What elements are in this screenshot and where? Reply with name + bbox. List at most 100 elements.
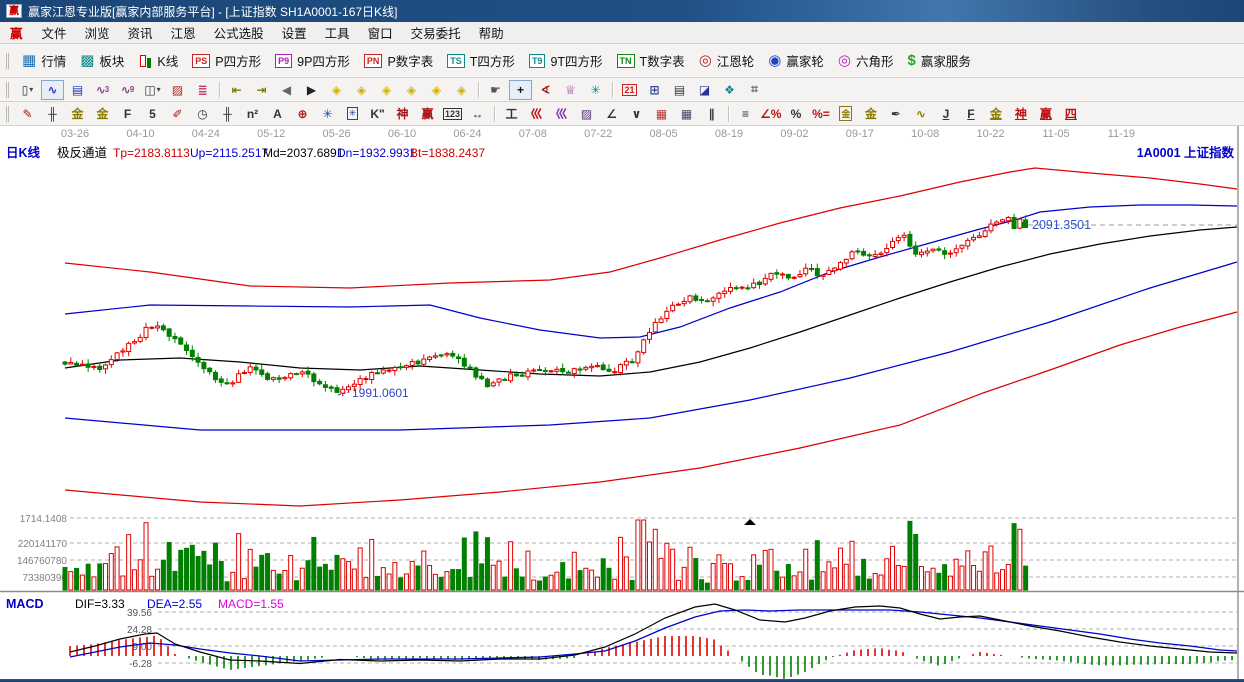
percent-icon: % xyxy=(791,107,802,121)
tool-candle-style-dropdown[interactable]: ▯▾ xyxy=(16,80,39,100)
tool-draw-pencil[interactable]: ✎ xyxy=(16,104,39,124)
toolbar-p-square[interactable]: PSP四方形 xyxy=(185,47,268,74)
tool-a-mirror[interactable]: A xyxy=(266,104,289,124)
tool-network-globe[interactable]: ❖ xyxy=(718,80,741,100)
tool-n-squared[interactable]: n² xyxy=(241,104,264,124)
tool-win-angle[interactable]: 赢 xyxy=(1034,104,1057,124)
tool-f-scale[interactable]: F xyxy=(116,104,139,124)
tool-angle-measure[interactable]: ∢ xyxy=(534,80,557,100)
main-chart-canvas[interactable]: 03-2604-1004-2405-1205-2606-1006-2407-08… xyxy=(0,126,1244,679)
tool-quote-bars[interactable]: ≡ xyxy=(734,104,757,124)
tool-gann-crown[interactable]: ♕ xyxy=(559,80,582,100)
tool-f-angle[interactable]: F xyxy=(959,104,982,124)
toolbar-hexagon[interactable]: ◎六角形 xyxy=(831,47,901,74)
tool-zigzag-wave[interactable]: ∨ xyxy=(625,104,648,124)
toolbar-sectors[interactable]: ▩板块 xyxy=(73,47,131,74)
tool-cycle-clock[interactable]: ◷ xyxy=(191,104,214,124)
tool-diamond-scroll-left[interactable]: ◈ xyxy=(325,80,348,100)
tool-pen-knife[interactable]: ✒ xyxy=(884,104,907,124)
menu-item-0[interactable]: 文件 xyxy=(33,21,76,44)
tool-star-square[interactable]: ✳ xyxy=(341,104,364,124)
tool-shen-ruler[interactable]: 神 xyxy=(391,104,414,124)
tool-pan-hand[interactable]: ☛ xyxy=(484,80,507,100)
toolbar-p-table[interactable]: PNP数字表 xyxy=(357,47,440,74)
menu-item-1[interactable]: 浏览 xyxy=(76,21,119,44)
tool-percent-levels[interactable]: %= xyxy=(809,104,832,124)
tool-gold-levels[interactable]: 金 xyxy=(859,104,882,124)
tool-first-bar[interactable]: ⇤ xyxy=(225,80,248,100)
tool-diamond-reset[interactable]: ◈ xyxy=(450,80,473,100)
tool-wave-3[interactable]: ∿3 xyxy=(91,80,114,100)
tool-ruler-123[interactable]: 123 xyxy=(441,104,464,124)
tool-pattern-red[interactable]: ▨ xyxy=(166,80,189,100)
tool-angle-percent[interactable]: ∠% xyxy=(759,104,782,124)
menu-item-9[interactable]: 帮助 xyxy=(470,21,513,44)
tool-crosshair[interactable]: + xyxy=(509,80,532,100)
tool-fan-red[interactable]: 巛 xyxy=(525,104,548,124)
tool-gold-wave[interactable]: ∿ xyxy=(909,104,932,124)
tool-diamond-expand-all[interactable]: ◈ xyxy=(425,80,448,100)
tool-diamond-expand-h[interactable]: ◈ xyxy=(375,80,398,100)
tool-percent[interactable]: % xyxy=(784,104,807,124)
tool-span-arrows[interactable]: ↔ xyxy=(466,104,489,124)
tool-star-circle[interactable]: ✳ xyxy=(316,104,339,124)
tool-angle-lines[interactable]: ∠ xyxy=(600,104,623,124)
tool-page-next[interactable]: ▶ xyxy=(300,80,323,100)
tool-brush-red[interactable]: ✐ xyxy=(166,104,189,124)
tool-info-notes[interactable]: ▤ xyxy=(66,80,89,100)
tool-fan-purple[interactable]: 巛 xyxy=(550,104,573,124)
tool-k-marks[interactable]: K" xyxy=(366,104,389,124)
tool-bar-type-dropdown[interactable]: ◫▾ xyxy=(141,80,164,100)
menu-item-6[interactable]: 工具 xyxy=(316,21,359,44)
tool-pattern-overlay[interactable]: ∿ xyxy=(41,80,64,100)
toolbar-grip[interactable] xyxy=(6,106,9,122)
tool-diamond-shrink-h[interactable]: ◈ xyxy=(400,80,423,100)
toolbar-gann-wheel[interactable]: ◎江恩轮 xyxy=(692,47,762,74)
tool-gann-frame[interactable]: 工 xyxy=(500,104,523,124)
tool-grid-dark[interactable]: ▦ xyxy=(675,104,698,124)
toolbar-quotes[interactable]: ▦行情 xyxy=(15,47,73,74)
tool-ruler-ticks-2[interactable]: ╫ xyxy=(216,104,239,124)
toolbar-winner-service[interactable]: $赢家服务 xyxy=(901,47,978,74)
tool-diamond-scroll-right[interactable]: ◈ xyxy=(350,80,373,100)
tool-last-bar[interactable]: ⇥ xyxy=(250,80,273,100)
toolbar-t-square[interactable]: TST四方形 xyxy=(440,47,522,74)
toolbar-grip[interactable] xyxy=(6,82,9,98)
toolbar-grip[interactable] xyxy=(6,53,9,69)
toolbar-9p-square[interactable]: P99P四方形 xyxy=(268,47,357,74)
tool-ruler-ticks[interactable]: ╫ xyxy=(41,104,64,124)
menu-item-2[interactable]: 资讯 xyxy=(119,21,162,44)
tool-shen-angle[interactable]: 神 xyxy=(1009,104,1032,124)
tool-gold-angle[interactable]: 金 xyxy=(984,104,1007,124)
tool-spiral-5[interactable]: 5 xyxy=(141,104,164,124)
toolbar-t-table[interactable]: TNT数字表 xyxy=(610,47,692,74)
tool-j-angle[interactable]: J xyxy=(934,104,957,124)
tool-wave-9[interactable]: ∿9 xyxy=(116,80,139,100)
menu-item-3[interactable]: 江恩 xyxy=(162,21,205,44)
tool-circle-cross[interactable]: ⊕ xyxy=(291,104,314,124)
tool-win-ruler[interactable]: 赢 xyxy=(416,104,439,124)
toolbar-9t-square[interactable]: T99T四方形 xyxy=(522,47,610,74)
menu-item-5[interactable]: 设置 xyxy=(273,21,316,44)
toolbar-winner-wheel[interactable]: ◉赢家轮 xyxy=(761,47,831,74)
tool-fan-box[interactable]: ▨ xyxy=(575,104,598,124)
tool-grid-red[interactable]: ▦ xyxy=(650,104,673,124)
tool-parallel-lines[interactable]: ∥ xyxy=(700,104,723,124)
tool-notepad[interactable]: ▤ xyxy=(668,80,691,100)
menu-item-8[interactable]: 交易委托 xyxy=(402,21,470,44)
tool-page-prev[interactable]: ◀ xyxy=(275,80,298,100)
tool-petal-flower[interactable]: ✳ xyxy=(584,80,607,100)
toolbar-kline[interactable]: K线 xyxy=(131,47,185,74)
tool-workstation[interactable]: ⌗ xyxy=(743,80,766,100)
tool-volume-profile[interactable]: ≣ xyxy=(191,80,214,100)
tool-save-disk[interactable]: ◪ xyxy=(693,80,716,100)
menu-item-4[interactable]: 公式选股 xyxy=(205,21,273,44)
tool-si-angle[interactable]: 四 xyxy=(1059,104,1082,124)
volume-bar xyxy=(150,576,154,590)
tool-calculator[interactable]: ⊞ xyxy=(643,80,666,100)
tool-gold-scale-2[interactable]: 金 xyxy=(91,104,114,124)
tool-gold-scale-1[interactable]: 金 xyxy=(66,104,89,124)
menu-item-7[interactable]: 窗口 xyxy=(359,21,402,44)
tool-gold-circle[interactable]: 金 xyxy=(834,104,857,124)
tool-calendar-21[interactable]: 21 xyxy=(618,80,641,100)
